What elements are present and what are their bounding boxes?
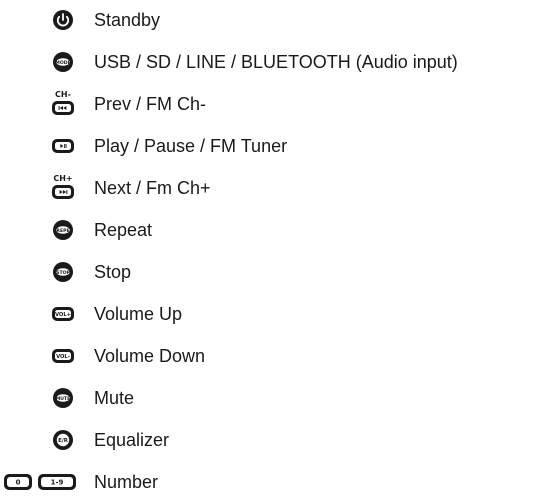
- legend-row-volume-down: VOL- Volume Down: [0, 341, 538, 371]
- next-ch-plus-icon: CH+: [52, 174, 74, 199]
- legend-label-next: Next / Fm Ch+: [94, 178, 211, 198]
- legend-row-next: CH+ Next / Fm Ch+: [0, 173, 538, 203]
- mute-button-icon: MUTE: [53, 388, 73, 408]
- svg-text:VOL-: VOL-: [56, 354, 70, 360]
- play-pause-icon: [52, 139, 74, 153]
- volume-up-icon: VOL+: [52, 307, 74, 321]
- legend-label-volume-up: Volume Up: [94, 304, 183, 324]
- legend-label-repeat: Repeat: [94, 220, 153, 240]
- legend-row-equalizer: E/R Equalizer: [0, 425, 538, 455]
- legend-label-stop: Stop: [94, 262, 132, 282]
- legend-row-volume-up: VOL+ Volume Up: [0, 299, 538, 329]
- legend-row-repeat: REPE Repeat: [0, 215, 538, 245]
- svg-text:CH-: CH-: [55, 90, 71, 99]
- svg-text:MUTE: MUTE: [56, 396, 71, 402]
- stop-button-icon: STOP: [53, 262, 73, 282]
- legend-label-volume-down: Volume Down: [94, 346, 206, 366]
- legend-label-prev: Prev / FM Ch-: [94, 94, 207, 114]
- legend-row-standby: Standby: [0, 5, 538, 35]
- legend-row-mode: MODE USB / SD / LINE / BLUETOOTH (Audio …: [0, 47, 538, 77]
- repeat-button-icon: REPE: [53, 220, 73, 240]
- svg-text:CH+: CH+: [53, 174, 72, 183]
- prev-ch-minus-icon: CH-: [52, 90, 74, 115]
- svg-text:E/R: E/R: [58, 438, 69, 444]
- legend-row-play: Play / Pause / FM Tuner: [0, 131, 538, 161]
- legend-label-mode: USB / SD / LINE / BLUETOOTH (Audio input…: [94, 52, 458, 72]
- svg-text:REPE: REPE: [56, 228, 69, 234]
- power-icon: [53, 10, 73, 30]
- equalizer-button-icon: E/R: [53, 430, 73, 450]
- legend-label-number: Number: [94, 472, 159, 492]
- svg-text:0: 0: [16, 479, 21, 487]
- svg-text:STOP: STOP: [56, 270, 70, 276]
- legend-row-prev: CH- Prev / FM Ch-: [0, 89, 538, 119]
- svg-text:1-9: 1-9: [51, 479, 64, 487]
- svg-text:MODE: MODE: [55, 60, 70, 66]
- svg-text:VOL+: VOL+: [55, 312, 71, 318]
- legend-row-stop: STOP Stop: [0, 257, 538, 287]
- legend-label-standby: Standby: [94, 10, 161, 30]
- legend-label-equalizer: Equalizer: [94, 430, 170, 450]
- mode-button-icon: MODE: [53, 52, 73, 72]
- legend-label-mute: Mute: [94, 388, 135, 408]
- volume-down-icon: VOL-: [52, 349, 74, 363]
- legend-label-play: Play / Pause / FM Tuner: [94, 136, 288, 156]
- legend-row-mute: MUTE Mute: [0, 383, 538, 413]
